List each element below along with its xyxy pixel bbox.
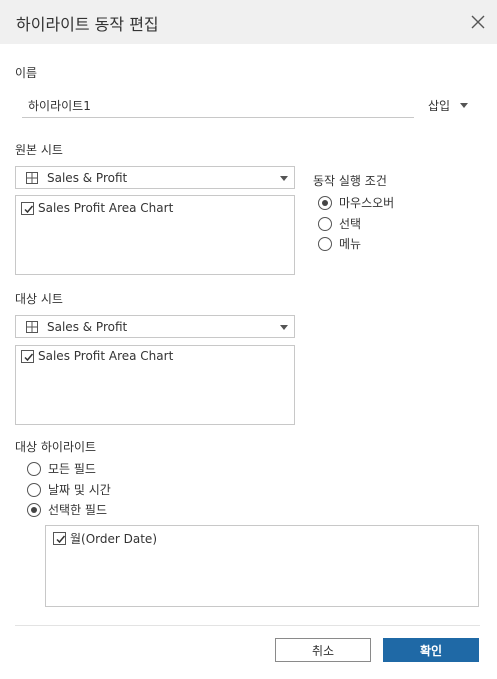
highlight-option-date-time[interactable]: 날짜 및 시간 — [27, 481, 111, 498]
field-item[interactable]: 월(Order Date) — [53, 530, 157, 547]
target-sheet-item[interactable]: Sales Profit Area Chart — [21, 349, 173, 363]
name-field[interactable] — [22, 94, 414, 118]
source-sheet-label: Sales Profit Area Chart — [38, 201, 174, 215]
trigger-option-label: 마우스오버 — [339, 196, 395, 210]
trigger-label: 동작 실행 조건 — [313, 174, 387, 188]
source-sheets-label: 원본 시트 — [15, 143, 63, 157]
trigger-option-label: 선택 — [339, 217, 362, 231]
cancel-button[interactable]: 취소 — [275, 638, 371, 662]
chevron-down-icon — [280, 176, 288, 181]
target-sheet-label: Sales Profit Area Chart — [38, 349, 174, 363]
datasource-grid-icon — [26, 172, 38, 187]
checkbox[interactable] — [21, 201, 34, 215]
footer-divider — [15, 625, 480, 626]
radio[interactable] — [318, 236, 332, 251]
radio[interactable] — [27, 461, 41, 476]
insert-label: 삽입 — [428, 99, 451, 113]
checkbox[interactable] — [21, 349, 34, 363]
highlight-option-label: 선택한 필드 — [48, 503, 108, 517]
checkbox[interactable] — [53, 532, 66, 545]
highlight-option-label: 날짜 및 시간 — [48, 483, 111, 497]
source-sheet-item[interactable]: Sales Profit Area Chart — [21, 201, 173, 215]
radio[interactable] — [27, 482, 41, 497]
highlight-option-selected-fields[interactable]: 선택한 필드 — [27, 501, 107, 518]
datasource-grid-icon — [26, 321, 38, 336]
target-sheets-label: 대상 시트 — [15, 292, 63, 306]
radio-selected[interactable] — [27, 502, 41, 517]
field-list: 월(Order Date) — [45, 525, 479, 607]
insert-dropdown[interactable]: 삽입 — [428, 97, 469, 114]
close-icon[interactable] — [468, 12, 488, 32]
trigger-option-label: 메뉴 — [339, 237, 362, 251]
target-highlight-label: 대상 하이라이트 — [15, 440, 97, 454]
highlight-option-all-fields[interactable]: 모든 필드 — [27, 460, 96, 477]
ok-button[interactable]: 확인 — [383, 638, 479, 662]
chevron-down-icon — [460, 103, 469, 108]
radio[interactable] — [318, 216, 332, 231]
highlight-option-label: 모든 필드 — [48, 462, 96, 476]
source-datasource-select[interactable]: Sales & Profit — [15, 166, 295, 189]
trigger-option-select[interactable]: 선택 — [318, 215, 361, 232]
trigger-option-menu[interactable]: 메뉴 — [318, 235, 361, 252]
radio-selected[interactable] — [318, 195, 332, 210]
dialog-titlebar: 하이라이트 동작 편집 — [0, 0, 497, 44]
target-sheet-list: Sales Profit Area Chart — [15, 345, 295, 425]
field-label: 월(Order Date) — [70, 532, 158, 546]
trigger-option-hover[interactable]: 마우스오버 — [318, 194, 394, 211]
name-label: 이름 — [15, 66, 38, 80]
dialog-title: 하이라이트 동작 편집 — [16, 15, 159, 34]
source-datasource-value: Sales & Profit — [47, 171, 128, 185]
chevron-down-icon — [280, 325, 288, 330]
source-sheet-list: Sales Profit Area Chart — [15, 195, 295, 275]
target-datasource-value: Sales & Profit — [47, 320, 128, 334]
target-datasource-select[interactable]: Sales & Profit — [15, 315, 295, 338]
